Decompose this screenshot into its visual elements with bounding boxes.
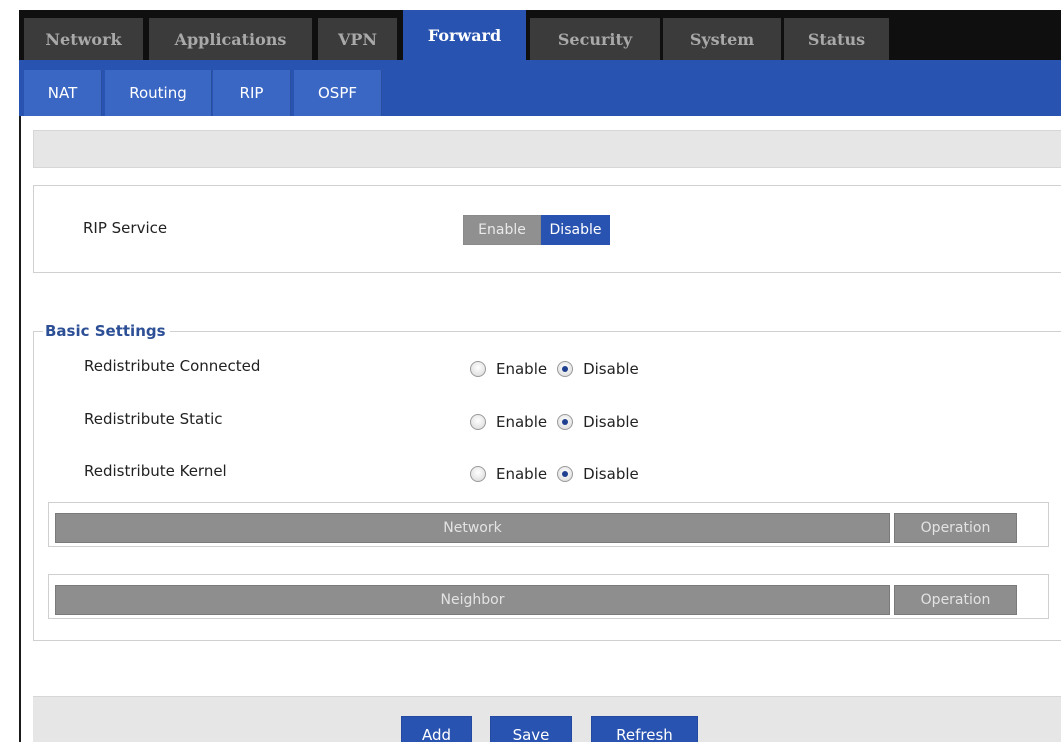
tab-status[interactable]: Status xyxy=(784,18,889,60)
rip-service-label: RIP Service xyxy=(83,219,168,237)
redistribute-kernel-radio-group: Enable Disable xyxy=(470,462,649,486)
operation-column-header: Operation xyxy=(894,585,1017,615)
tab-system[interactable]: System xyxy=(663,18,781,60)
redistribute-static-enable-radio[interactable] xyxy=(470,414,486,430)
redistribute-static-radio-group: Enable Disable xyxy=(470,410,649,434)
redistribute-connected-disable-radio[interactable] xyxy=(557,361,574,377)
redistribute-kernel-label: Redistribute Kernel xyxy=(84,462,227,480)
subtab-nat[interactable]: NAT xyxy=(24,70,102,116)
redistribute-kernel-disable-radio[interactable] xyxy=(557,466,574,482)
redistribute-static-label: Redistribute Static xyxy=(84,410,223,428)
subtab-rip[interactable]: RIP xyxy=(213,70,291,116)
radio-disable-label: Disable xyxy=(583,413,639,431)
tab-forward[interactable]: Forward xyxy=(403,10,526,60)
redistribute-connected-enable-radio[interactable] xyxy=(470,361,486,377)
redistribute-connected-radio-group: Enable Disable xyxy=(470,357,649,381)
subtab-ospf[interactable]: OSPF xyxy=(294,70,382,116)
operation-column-header: Operation xyxy=(894,513,1017,543)
radio-disable-label: Disable xyxy=(583,360,639,378)
neighbor-column-header: Neighbor xyxy=(55,585,890,615)
rip-enable-button[interactable]: Enable xyxy=(463,215,541,245)
radio-enable-label: Enable xyxy=(496,360,548,378)
subtab-routing[interactable]: Routing xyxy=(105,70,212,116)
tab-applications[interactable]: Applications xyxy=(149,18,312,60)
title-strip xyxy=(33,130,1061,168)
content-left-border xyxy=(19,116,21,742)
tab-network[interactable]: Network xyxy=(24,18,143,60)
save-button[interactable]: Save xyxy=(490,716,572,742)
tab-vpn[interactable]: VPN xyxy=(318,18,397,60)
radio-enable-label: Enable xyxy=(496,413,548,431)
tab-security[interactable]: Security xyxy=(530,18,660,60)
top-nav: Network Applications VPN Forward Securit… xyxy=(0,0,1061,60)
radio-enable-label: Enable xyxy=(496,465,548,483)
basic-settings-legend: Basic Settings xyxy=(43,322,170,340)
sub-nav: NAT Routing RIP OSPF xyxy=(19,60,1061,116)
network-table: Network Operation xyxy=(48,502,1049,547)
redistribute-connected-label: Redistribute Connected xyxy=(84,357,261,375)
network-column-header: Network xyxy=(55,513,890,543)
radio-disable-label: Disable xyxy=(583,465,639,483)
redistribute-kernel-enable-radio[interactable] xyxy=(470,466,486,482)
refresh-button[interactable]: Refresh xyxy=(591,716,698,742)
neighbor-table: Neighbor Operation xyxy=(48,574,1049,619)
redistribute-static-disable-radio[interactable] xyxy=(557,414,574,430)
add-button[interactable]: Add xyxy=(401,716,472,742)
rip-disable-button[interactable]: Disable xyxy=(541,215,610,245)
